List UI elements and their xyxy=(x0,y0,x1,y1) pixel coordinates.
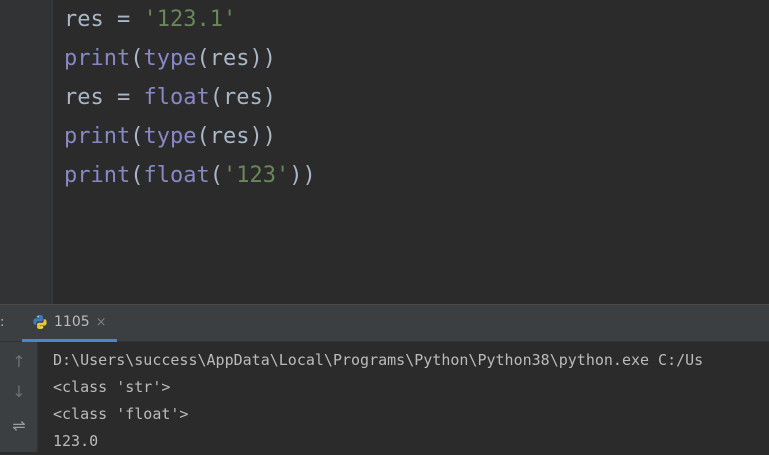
run-toolbar: ↑ ↓ ⇌ xyxy=(0,342,38,452)
run-tab-1105[interactable]: 1105 × xyxy=(22,305,117,342)
line-gutter xyxy=(0,0,53,304)
console-line: <class 'str'> xyxy=(53,378,171,396)
arrow-up-icon[interactable]: ↑ xyxy=(8,350,30,372)
soft-wrap-icon[interactable]: ⇌ xyxy=(8,414,30,436)
code-token: '123.1' xyxy=(143,7,237,32)
code-token: res xyxy=(64,85,104,110)
code-token: type xyxy=(143,46,197,71)
code-line[interactable]: res = '123.1' xyxy=(64,0,316,39)
run-tab-title: 1105 xyxy=(54,314,90,330)
code-token: = xyxy=(103,7,144,32)
code-line[interactable]: print(float('123')) xyxy=(64,156,316,195)
code-line[interactable]: print(type(res)) xyxy=(64,39,316,78)
code-token: res xyxy=(64,7,104,32)
code-token: )) xyxy=(289,163,316,188)
code-token: float xyxy=(143,85,210,110)
code-token: ( xyxy=(209,163,223,188)
code-line[interactable]: res = float(res) xyxy=(64,78,316,117)
console-line: D:\Users\success\AppData\Local\Programs\… xyxy=(53,351,704,369)
run-panel: : 1105 × ↑ ↓ ⇌ D:\Users\success\AppData\… xyxy=(0,304,769,452)
run-tab-bar: : 1105 × xyxy=(0,305,769,342)
code-token: ( xyxy=(130,46,144,71)
code-line[interactable]: print(type(res)) xyxy=(64,117,316,156)
code-token: print xyxy=(64,124,131,149)
run-panel-label: : xyxy=(0,315,5,330)
arrow-down-icon[interactable]: ↓ xyxy=(8,380,30,402)
code-editor[interactable]: res = '123.1' print(type(res)) res = float… xyxy=(0,0,769,304)
code-token: (res)) xyxy=(196,46,276,71)
console-output[interactable]: D:\Users\success\AppData\Local\Programs\… xyxy=(53,347,703,455)
code-token: = xyxy=(103,85,144,110)
code-token: (res) xyxy=(209,85,276,110)
python-icon xyxy=(33,315,47,329)
code-token: ( xyxy=(130,124,144,149)
code-token: float xyxy=(143,163,210,188)
code-token: print xyxy=(64,163,131,188)
code-token: '123' xyxy=(222,163,290,188)
code-token: (res)) xyxy=(196,124,276,149)
code-lines[interactable]: res = '123.1' print(type(res)) res = float… xyxy=(64,0,316,195)
code-token: ( xyxy=(130,163,144,188)
console-line: <class 'float'> xyxy=(53,405,189,423)
code-token: print xyxy=(64,46,131,71)
code-token: type xyxy=(143,124,197,149)
close-icon[interactable]: × xyxy=(96,315,107,330)
